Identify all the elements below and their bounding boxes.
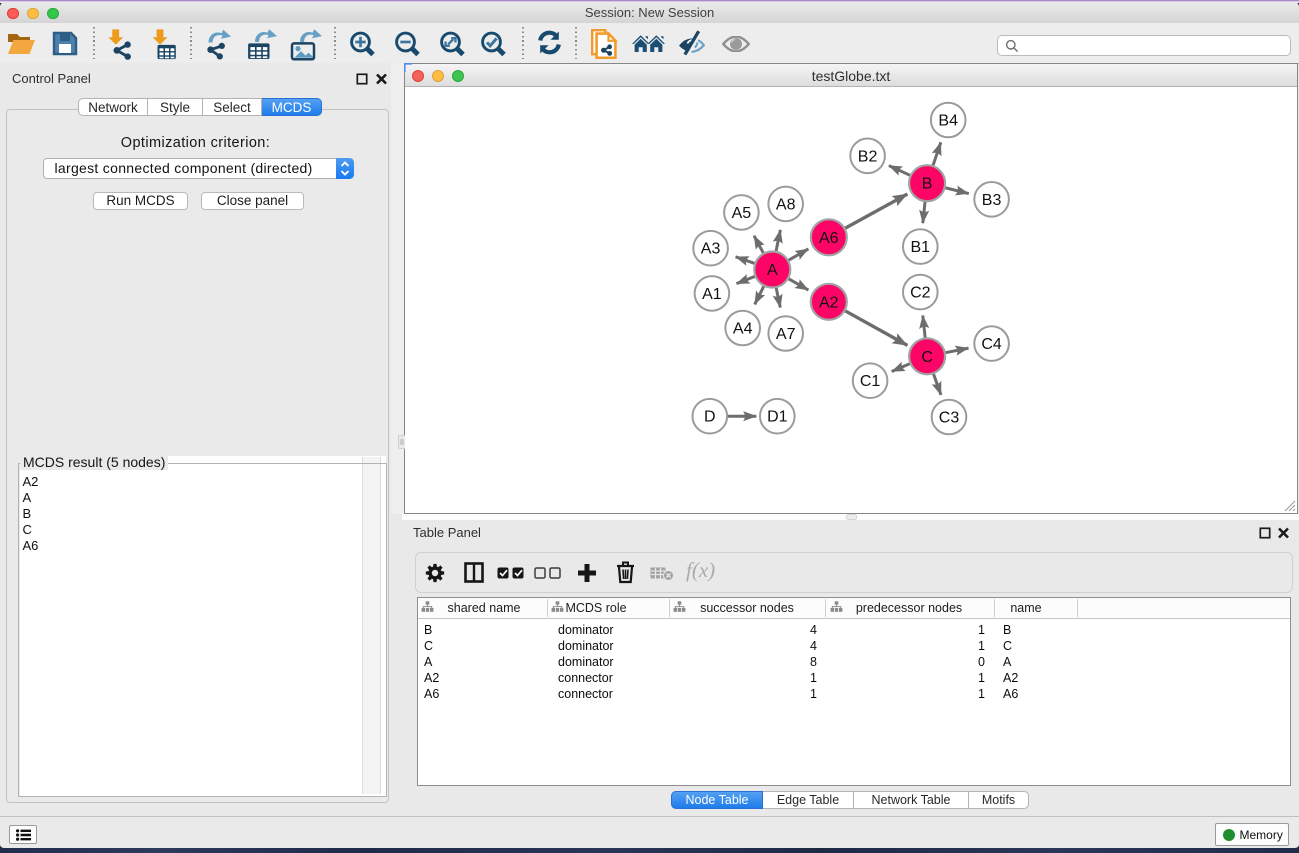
svg-text:A2: A2: [819, 294, 839, 311]
svg-text:C4: C4: [981, 336, 1002, 353]
svg-text:C: C: [921, 349, 933, 366]
svg-text:A3: A3: [701, 241, 721, 258]
svg-text:A6: A6: [819, 230, 839, 247]
svg-text:A5: A5: [732, 205, 752, 222]
svg-text:C1: C1: [860, 373, 881, 390]
svg-text:C3: C3: [939, 410, 960, 427]
svg-text:D1: D1: [767, 409, 788, 426]
svg-text:A4: A4: [733, 321, 753, 338]
svg-text:A8: A8: [776, 196, 796, 213]
svg-text:A7: A7: [776, 326, 796, 343]
svg-text:C2: C2: [910, 285, 931, 302]
svg-text:B2: B2: [858, 148, 878, 165]
svg-text:B3: B3: [982, 192, 1002, 209]
svg-text:B1: B1: [911, 239, 931, 256]
svg-text:B: B: [922, 176, 933, 193]
svg-text:B4: B4: [938, 113, 958, 130]
svg-text:A: A: [767, 262, 778, 279]
svg-text:D: D: [704, 409, 716, 426]
svg-text:A1: A1: [702, 286, 722, 303]
